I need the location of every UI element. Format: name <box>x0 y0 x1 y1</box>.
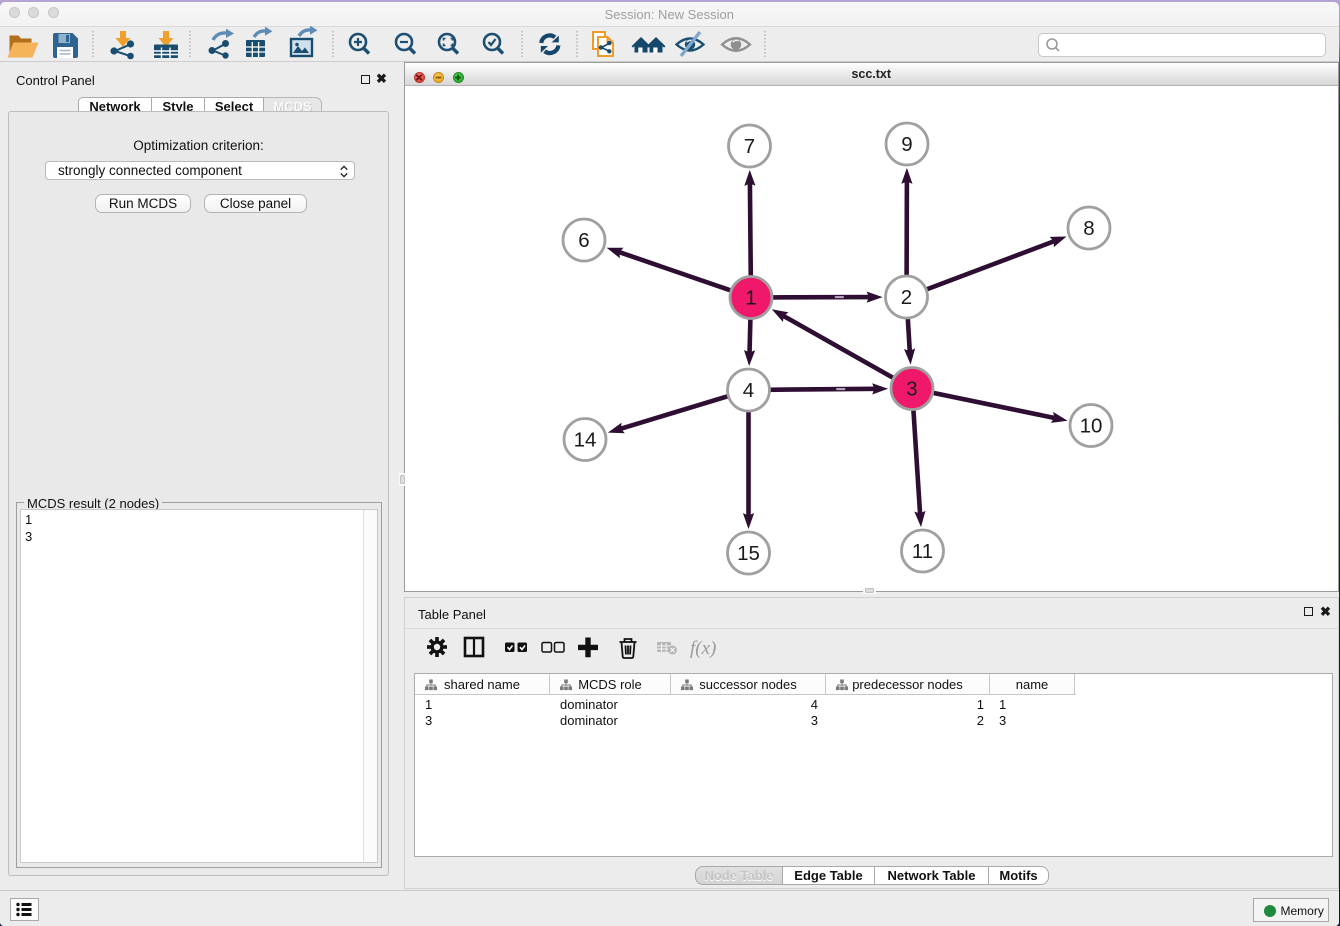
svg-text:11: 11 <box>912 540 933 563</box>
svg-text:8: 8 <box>1083 217 1094 240</box>
svg-text:15: 15 <box>737 542 760 565</box>
svg-text:2: 2 <box>901 286 912 309</box>
svg-text:1: 1 <box>745 287 756 310</box>
svg-text:7: 7 <box>744 135 755 158</box>
svg-text:f(x): f(x) <box>690 638 716 659</box>
svg-text:10: 10 <box>1080 415 1103 438</box>
svg-text:6: 6 <box>578 229 589 252</box>
svg-text:4: 4 <box>743 379 754 402</box>
svg-text:14: 14 <box>574 429 597 452</box>
svg-text:9: 9 <box>901 133 912 156</box>
svg-text:3: 3 <box>906 378 917 401</box>
